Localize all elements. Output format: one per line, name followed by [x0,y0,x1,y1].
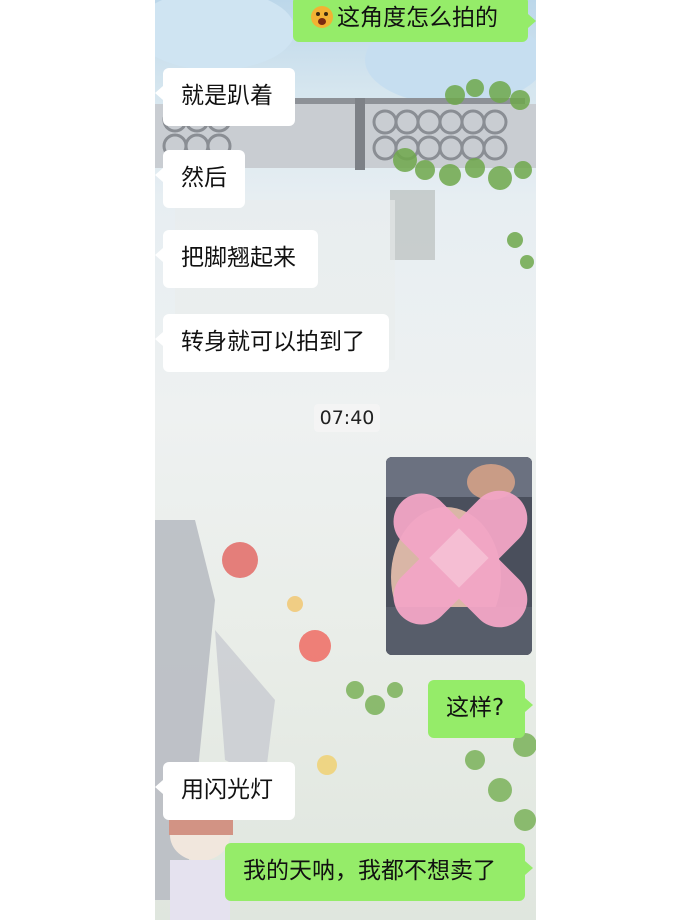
message-text: 就是趴着 [181,83,273,109]
message-text: 我的天呐，我都不想卖了 [243,858,496,884]
astonished-face-icon [311,6,333,28]
message-received-5[interactable]: 用闪光灯 [155,762,295,820]
message-timestamp: 07:40 [314,404,380,432]
message-text: 这角度怎么拍的 [337,5,498,31]
message-text: 转身就可以拍到了 [181,329,365,355]
message-text: 用闪光灯 [181,777,273,803]
message-received-2[interactable]: 然后 [155,150,245,208]
message-received-4[interactable]: 转身就可以拍到了 [155,314,389,372]
message-received-3[interactable]: 把脚翘起来 [155,230,318,288]
message-text: 然后 [181,165,227,191]
message-sent-1[interactable]: 这角度怎么拍的 [293,0,536,42]
message-text: 这样? [446,695,505,721]
message-sent-2[interactable]: 这样? [428,680,533,738]
message-sent-3[interactable]: 我的天呐，我都不想卖了 [225,843,533,901]
photo-message[interactable] [386,457,532,655]
chat-screen: 这角度怎么拍的 就是趴着 然后 把脚翘起来 转身就可以拍到了 07:40 这样? [155,0,536,920]
photo-content [386,457,532,655]
message-received-1[interactable]: 就是趴着 [155,68,295,126]
message-text: 把脚翘起来 [181,245,296,271]
